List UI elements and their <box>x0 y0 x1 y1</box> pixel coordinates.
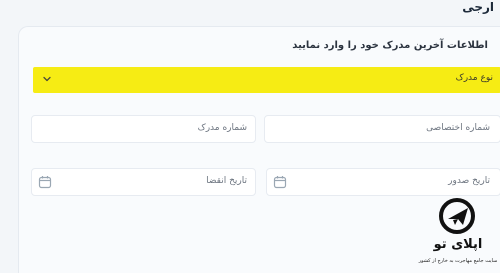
tab-label-fragment[interactable]: ارجی <box>462 0 494 14</box>
expiry-date-placeholder: تاریخ انقضا <box>206 176 247 186</box>
watermark-logo: اپلای تو سایت جامع مهاجرت به خارج از کشو… <box>419 195 497 269</box>
watermark-tagline: سایت جامع مهاجرت به خارج از کشور <box>418 258 498 264</box>
chevron-down-icon <box>43 76 51 82</box>
page: ارجی اطلاعات آخرین مدرک خود را وارد نمای… <box>0 0 500 273</box>
document-number-field[interactable]: شماره مدرک <box>31 115 256 143</box>
calendar-icon[interactable] <box>273 175 287 189</box>
document-type-select[interactable]: نوع مدرک <box>33 67 500 93</box>
issue-date-placeholder: تاریخ صدور <box>448 176 490 186</box>
globe-plane-logo-icon <box>439 198 475 234</box>
calendar-icon[interactable] <box>38 175 52 189</box>
form-title: اطلاعات آخرین مدرک خود را وارد نمایید <box>292 40 488 51</box>
expiry-date-field[interactable]: تاریخ انقضا <box>31 168 256 196</box>
document-number-placeholder: شماره مدرک <box>197 123 247 133</box>
personal-number-field[interactable]: شماره اختصاصی <box>264 115 500 143</box>
personal-number-placeholder: شماره اختصاصی <box>426 123 490 133</box>
watermark-brand: اپلای تو <box>433 237 483 252</box>
issue-date-field[interactable]: تاریخ صدور <box>266 168 500 196</box>
document-type-label: نوع مدرک <box>455 73 493 83</box>
